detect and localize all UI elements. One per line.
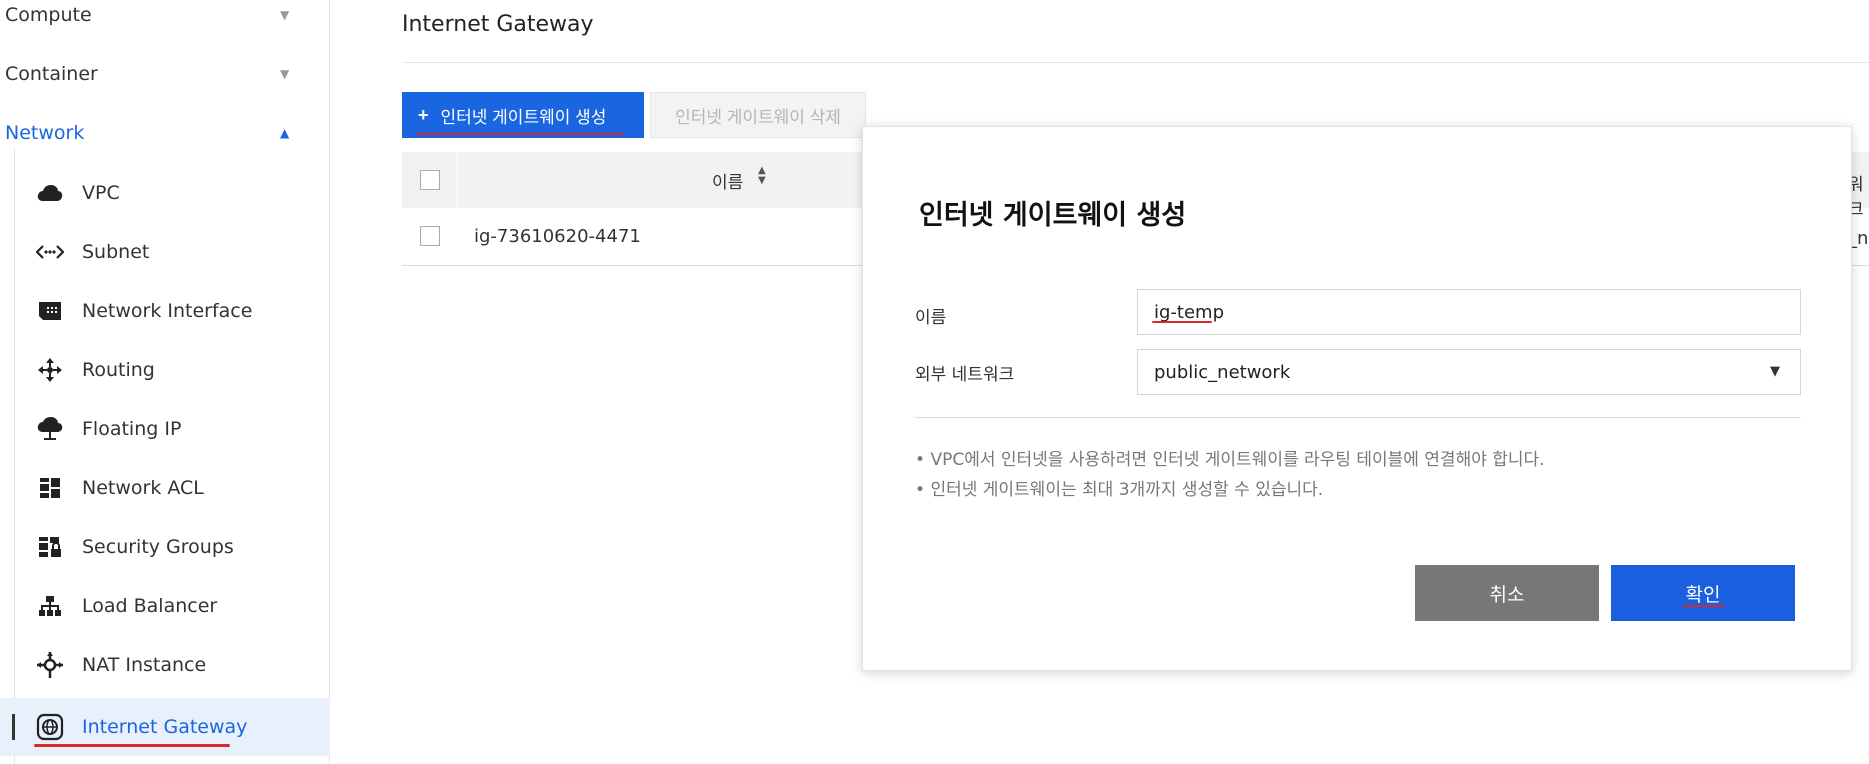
note-item: • 인터넷 게이트웨이는 최대 3개까지 생성할 수 있습니다.	[915, 480, 1324, 500]
sidebar-item-label: Network ACL	[82, 477, 204, 499]
sidebar-item-label: Floating IP	[82, 418, 182, 440]
annotation-underline	[416, 133, 624, 135]
note-item: • VPC에서 인터넷을 사용하려면 인터넷 게이트웨이를 라우팅 테이블에 연…	[915, 450, 1545, 470]
row-name-cell: ig-73610620-4471	[474, 226, 641, 247]
gateway-globe-icon	[36, 713, 64, 741]
sidebar-category-compute[interactable]: Compute ▼	[0, 0, 330, 44]
cloud-pin-icon	[36, 415, 64, 443]
annotation-underline	[1152, 321, 1212, 323]
confirm-button[interactable]: 확인	[1611, 565, 1795, 621]
external-network-label: 외부 네트워크	[915, 365, 1015, 385]
cancel-button[interactable]: 취소	[1415, 565, 1599, 621]
sidebar-item-label: NAT Instance	[82, 654, 207, 676]
note-text: VPC에서 인터넷을 사용하려면 인터넷 게이트웨이를 라우팅 테이블에 연결해…	[930, 450, 1545, 470]
sidebar-item-label: Internet Gateway	[82, 716, 248, 738]
sidebar-item-label: VPC	[82, 182, 120, 204]
column-header-name[interactable]: 이름	[712, 168, 743, 193]
divider	[915, 417, 1801, 418]
code-arrows-icon	[36, 238, 64, 266]
chevron-down-icon: ▼	[280, 67, 290, 81]
dialog-title: 인터넷 게이트웨이 생성	[919, 200, 1187, 231]
sidebar-item-vpc[interactable]: VPC	[0, 164, 330, 222]
name-label: 이름	[915, 308, 947, 328]
create-button-label: 인터넷 게이트웨이 생성	[440, 107, 607, 127]
dropdown-caret-icon: ▼	[1770, 364, 1780, 379]
sidebar-item-label: Load Balancer	[82, 595, 218, 617]
sidebar-item-network-interface[interactable]: Network Interface	[0, 282, 330, 340]
sidebar-item-security-groups[interactable]: Security Groups	[0, 518, 330, 576]
sidebar-category-container[interactable]: Container ▼	[0, 45, 330, 103]
sidebar-item-routing[interactable]: Routing	[0, 341, 330, 399]
acl-grid-icon	[36, 474, 64, 502]
external-network-value: public_network	[1154, 361, 1291, 383]
row-checkbox[interactable]	[420, 226, 440, 246]
routing-arrows-icon	[36, 356, 64, 384]
select-all-checkbox[interactable]	[420, 170, 440, 190]
sidebar-item-label: Network Interface	[82, 300, 253, 322]
plus-icon: +	[418, 104, 429, 125]
cloud-icon	[36, 179, 64, 207]
active-indicator	[12, 714, 15, 740]
annotation-underline	[1683, 605, 1725, 607]
sidebar-item-label: Subnet	[82, 241, 150, 263]
network-card-icon	[36, 297, 64, 325]
delete-internet-gateway-button[interactable]: 인터넷 게이트웨이 삭제	[650, 92, 866, 138]
note-text: 인터넷 게이트웨이는 최대 3개까지 생성할 수 있습니다.	[930, 480, 1324, 500]
security-grid-lock-icon	[36, 533, 64, 561]
sidebar-item-label: Routing	[82, 359, 155, 381]
sidebar-item-internet-gateway[interactable]: Internet Gateway	[0, 698, 330, 756]
create-internet-gateway-button[interactable]: + 인터넷 게이트웨이 생성	[402, 92, 644, 138]
chevron-up-icon: ▲	[280, 126, 290, 140]
nat-node-icon	[36, 651, 64, 679]
name-input-value: ig-temp	[1154, 301, 1225, 323]
external-network-select[interactable]: public_network ▼	[1137, 349, 1801, 395]
category-label: Network	[5, 122, 85, 144]
page-title: Internet Gateway	[402, 12, 594, 37]
chevron-down-icon: ▼	[280, 8, 290, 22]
category-label: Compute	[5, 4, 92, 26]
name-input[interactable]: ig-temp	[1137, 289, 1801, 335]
sidebar-category-network[interactable]: Network ▲	[0, 104, 330, 162]
sidebar-item-network-acl[interactable]: Network ACL	[0, 459, 330, 517]
sidebar-item-subnet[interactable]: Subnet	[0, 223, 330, 281]
sidebar-item-label: Security Groups	[82, 536, 234, 558]
hierarchy-icon	[36, 592, 64, 620]
sidebar: Compute ▼ Container ▼ Network ▲ VPC Subn…	[0, 0, 330, 764]
divider	[402, 62, 1869, 63]
sort-icon[interactable]: ▲ ▼	[758, 166, 766, 186]
sidebar-item-load-balancer[interactable]: Load Balancer	[0, 577, 330, 635]
category-label: Container	[5, 63, 98, 85]
sidebar-item-nat-instance[interactable]: NAT Instance	[0, 636, 330, 694]
annotation-underline	[34, 744, 230, 747]
create-gateway-dialog: 인터넷 게이트웨이 생성 이름 ig-temp 외부 네트워크 public_n…	[862, 126, 1852, 671]
header-checkbox-cell	[402, 152, 458, 208]
sidebar-item-floating-ip[interactable]: Floating IP	[0, 400, 330, 458]
